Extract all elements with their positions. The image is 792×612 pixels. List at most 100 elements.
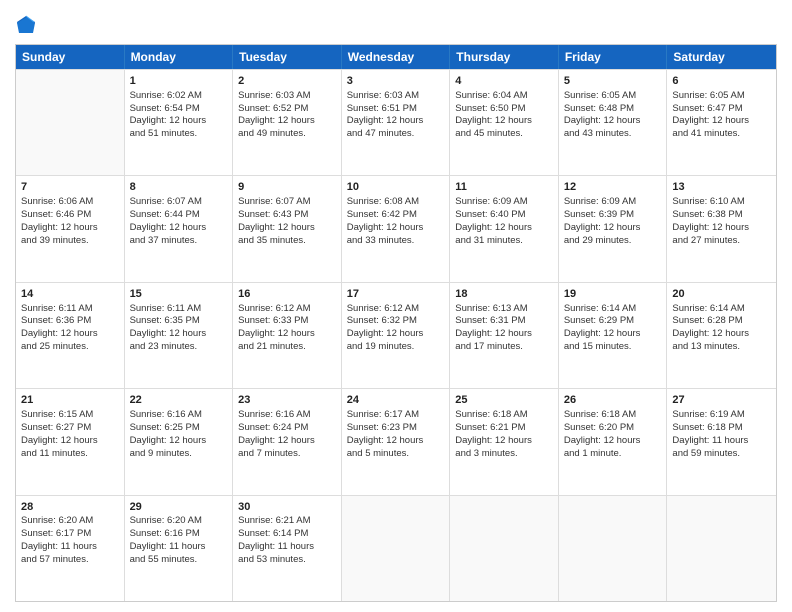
calendar: SundayMondayTuesdayWednesdayThursdayFrid… — [15, 44, 777, 602]
week-row-4: 28Sunrise: 6:20 AM Sunset: 6:17 PM Dayli… — [16, 495, 776, 601]
day-cell-11: 11Sunrise: 6:09 AM Sunset: 6:40 PM Dayli… — [450, 176, 559, 281]
day-number: 2 — [238, 74, 336, 89]
day-number: 28 — [21, 500, 119, 515]
day-header-thursday: Thursday — [450, 45, 559, 69]
day-header-sunday: Sunday — [16, 45, 125, 69]
day-cell-15: 15Sunrise: 6:11 AM Sunset: 6:35 PM Dayli… — [125, 283, 234, 388]
day-info: Sunrise: 6:03 AM Sunset: 6:52 PM Dayligh… — [238, 90, 315, 139]
header — [15, 10, 777, 36]
day-cell-22: 22Sunrise: 6:16 AM Sunset: 6:25 PM Dayli… — [125, 389, 234, 494]
day-cell-12: 12Sunrise: 6:09 AM Sunset: 6:39 PM Dayli… — [559, 176, 668, 281]
day-number: 23 — [238, 393, 336, 408]
day-info: Sunrise: 6:14 AM Sunset: 6:28 PM Dayligh… — [672, 303, 749, 352]
day-number: 8 — [130, 180, 228, 195]
day-number: 14 — [21, 287, 119, 302]
week-row-1: 7Sunrise: 6:06 AM Sunset: 6:46 PM Daylig… — [16, 175, 776, 281]
day-info: Sunrise: 6:12 AM Sunset: 6:33 PM Dayligh… — [238, 303, 315, 352]
day-cell-13: 13Sunrise: 6:10 AM Sunset: 6:38 PM Dayli… — [667, 176, 776, 281]
day-info: Sunrise: 6:06 AM Sunset: 6:46 PM Dayligh… — [21, 196, 98, 245]
day-info: Sunrise: 6:17 AM Sunset: 6:23 PM Dayligh… — [347, 409, 424, 458]
day-cell-empty — [667, 496, 776, 601]
day-info: Sunrise: 6:11 AM Sunset: 6:36 PM Dayligh… — [21, 303, 98, 352]
day-info: Sunrise: 6:07 AM Sunset: 6:44 PM Dayligh… — [130, 196, 207, 245]
day-number: 7 — [21, 180, 119, 195]
day-info: Sunrise: 6:09 AM Sunset: 6:39 PM Dayligh… — [564, 196, 641, 245]
day-number: 4 — [455, 74, 553, 89]
day-info: Sunrise: 6:15 AM Sunset: 6:27 PM Dayligh… — [21, 409, 98, 458]
day-cell-27: 27Sunrise: 6:19 AM Sunset: 6:18 PM Dayli… — [667, 389, 776, 494]
day-number: 6 — [672, 74, 771, 89]
logo-icon — [15, 14, 37, 36]
day-info: Sunrise: 6:09 AM Sunset: 6:40 PM Dayligh… — [455, 196, 532, 245]
day-cell-7: 7Sunrise: 6:06 AM Sunset: 6:46 PM Daylig… — [16, 176, 125, 281]
day-number: 16 — [238, 287, 336, 302]
day-header-saturday: Saturday — [667, 45, 776, 69]
day-number: 25 — [455, 393, 553, 408]
day-header-wednesday: Wednesday — [342, 45, 451, 69]
day-info: Sunrise: 6:11 AM Sunset: 6:35 PM Dayligh… — [130, 303, 207, 352]
day-number: 17 — [347, 287, 445, 302]
day-number: 11 — [455, 180, 553, 195]
day-cell-25: 25Sunrise: 6:18 AM Sunset: 6:21 PM Dayli… — [450, 389, 559, 494]
day-cell-23: 23Sunrise: 6:16 AM Sunset: 6:24 PM Dayli… — [233, 389, 342, 494]
calendar-header: SundayMondayTuesdayWednesdayThursdayFrid… — [16, 45, 776, 69]
day-number: 15 — [130, 287, 228, 302]
page: SundayMondayTuesdayWednesdayThursdayFrid… — [0, 0, 792, 612]
day-info: Sunrise: 6:10 AM Sunset: 6:38 PM Dayligh… — [672, 196, 749, 245]
day-info: Sunrise: 6:14 AM Sunset: 6:29 PM Dayligh… — [564, 303, 641, 352]
day-number: 24 — [347, 393, 445, 408]
week-row-0: 1Sunrise: 6:02 AM Sunset: 6:54 PM Daylig… — [16, 69, 776, 175]
week-row-2: 14Sunrise: 6:11 AM Sunset: 6:36 PM Dayli… — [16, 282, 776, 388]
day-info: Sunrise: 6:19 AM Sunset: 6:18 PM Dayligh… — [672, 409, 748, 458]
day-number: 5 — [564, 74, 662, 89]
calendar-body: 1Sunrise: 6:02 AM Sunset: 6:54 PM Daylig… — [16, 69, 776, 601]
day-cell-8: 8Sunrise: 6:07 AM Sunset: 6:44 PM Daylig… — [125, 176, 234, 281]
day-number: 30 — [238, 500, 336, 515]
day-info: Sunrise: 6:18 AM Sunset: 6:21 PM Dayligh… — [455, 409, 532, 458]
day-cell-20: 20Sunrise: 6:14 AM Sunset: 6:28 PM Dayli… — [667, 283, 776, 388]
day-info: Sunrise: 6:16 AM Sunset: 6:25 PM Dayligh… — [130, 409, 207, 458]
day-info: Sunrise: 6:08 AM Sunset: 6:42 PM Dayligh… — [347, 196, 424, 245]
day-info: Sunrise: 6:21 AM Sunset: 6:14 PM Dayligh… — [238, 515, 314, 564]
day-info: Sunrise: 6:05 AM Sunset: 6:47 PM Dayligh… — [672, 90, 749, 139]
day-number: 13 — [672, 180, 771, 195]
day-number: 22 — [130, 393, 228, 408]
day-cell-26: 26Sunrise: 6:18 AM Sunset: 6:20 PM Dayli… — [559, 389, 668, 494]
day-header-friday: Friday — [559, 45, 668, 69]
day-info: Sunrise: 6:16 AM Sunset: 6:24 PM Dayligh… — [238, 409, 315, 458]
week-row-3: 21Sunrise: 6:15 AM Sunset: 6:27 PM Dayli… — [16, 388, 776, 494]
day-info: Sunrise: 6:20 AM Sunset: 6:16 PM Dayligh… — [130, 515, 206, 564]
day-cell-30: 30Sunrise: 6:21 AM Sunset: 6:14 PM Dayli… — [233, 496, 342, 601]
day-number: 29 — [130, 500, 228, 515]
day-cell-16: 16Sunrise: 6:12 AM Sunset: 6:33 PM Dayli… — [233, 283, 342, 388]
day-info: Sunrise: 6:18 AM Sunset: 6:20 PM Dayligh… — [564, 409, 641, 458]
day-number: 18 — [455, 287, 553, 302]
day-number: 19 — [564, 287, 662, 302]
day-header-tuesday: Tuesday — [233, 45, 342, 69]
day-number: 10 — [347, 180, 445, 195]
day-cell-24: 24Sunrise: 6:17 AM Sunset: 6:23 PM Dayli… — [342, 389, 451, 494]
day-cell-empty — [342, 496, 451, 601]
day-cell-empty — [559, 496, 668, 601]
day-info: Sunrise: 6:02 AM Sunset: 6:54 PM Dayligh… — [130, 90, 207, 139]
day-info: Sunrise: 6:07 AM Sunset: 6:43 PM Dayligh… — [238, 196, 315, 245]
day-info: Sunrise: 6:03 AM Sunset: 6:51 PM Dayligh… — [347, 90, 424, 139]
day-number: 3 — [347, 74, 445, 89]
day-cell-10: 10Sunrise: 6:08 AM Sunset: 6:42 PM Dayli… — [342, 176, 451, 281]
day-cell-29: 29Sunrise: 6:20 AM Sunset: 6:16 PM Dayli… — [125, 496, 234, 601]
day-cell-14: 14Sunrise: 6:11 AM Sunset: 6:36 PM Dayli… — [16, 283, 125, 388]
day-cell-4: 4Sunrise: 6:04 AM Sunset: 6:50 PM Daylig… — [450, 70, 559, 175]
day-info: Sunrise: 6:20 AM Sunset: 6:17 PM Dayligh… — [21, 515, 97, 564]
logo — [15, 14, 41, 36]
day-cell-3: 3Sunrise: 6:03 AM Sunset: 6:51 PM Daylig… — [342, 70, 451, 175]
day-info: Sunrise: 6:13 AM Sunset: 6:31 PM Dayligh… — [455, 303, 532, 352]
day-cell-5: 5Sunrise: 6:05 AM Sunset: 6:48 PM Daylig… — [559, 70, 668, 175]
day-info: Sunrise: 6:05 AM Sunset: 6:48 PM Dayligh… — [564, 90, 641, 139]
day-cell-empty — [16, 70, 125, 175]
day-number: 27 — [672, 393, 771, 408]
day-number: 26 — [564, 393, 662, 408]
day-cell-1: 1Sunrise: 6:02 AM Sunset: 6:54 PM Daylig… — [125, 70, 234, 175]
day-cell-18: 18Sunrise: 6:13 AM Sunset: 6:31 PM Dayli… — [450, 283, 559, 388]
day-info: Sunrise: 6:04 AM Sunset: 6:50 PM Dayligh… — [455, 90, 532, 139]
day-cell-2: 2Sunrise: 6:03 AM Sunset: 6:52 PM Daylig… — [233, 70, 342, 175]
